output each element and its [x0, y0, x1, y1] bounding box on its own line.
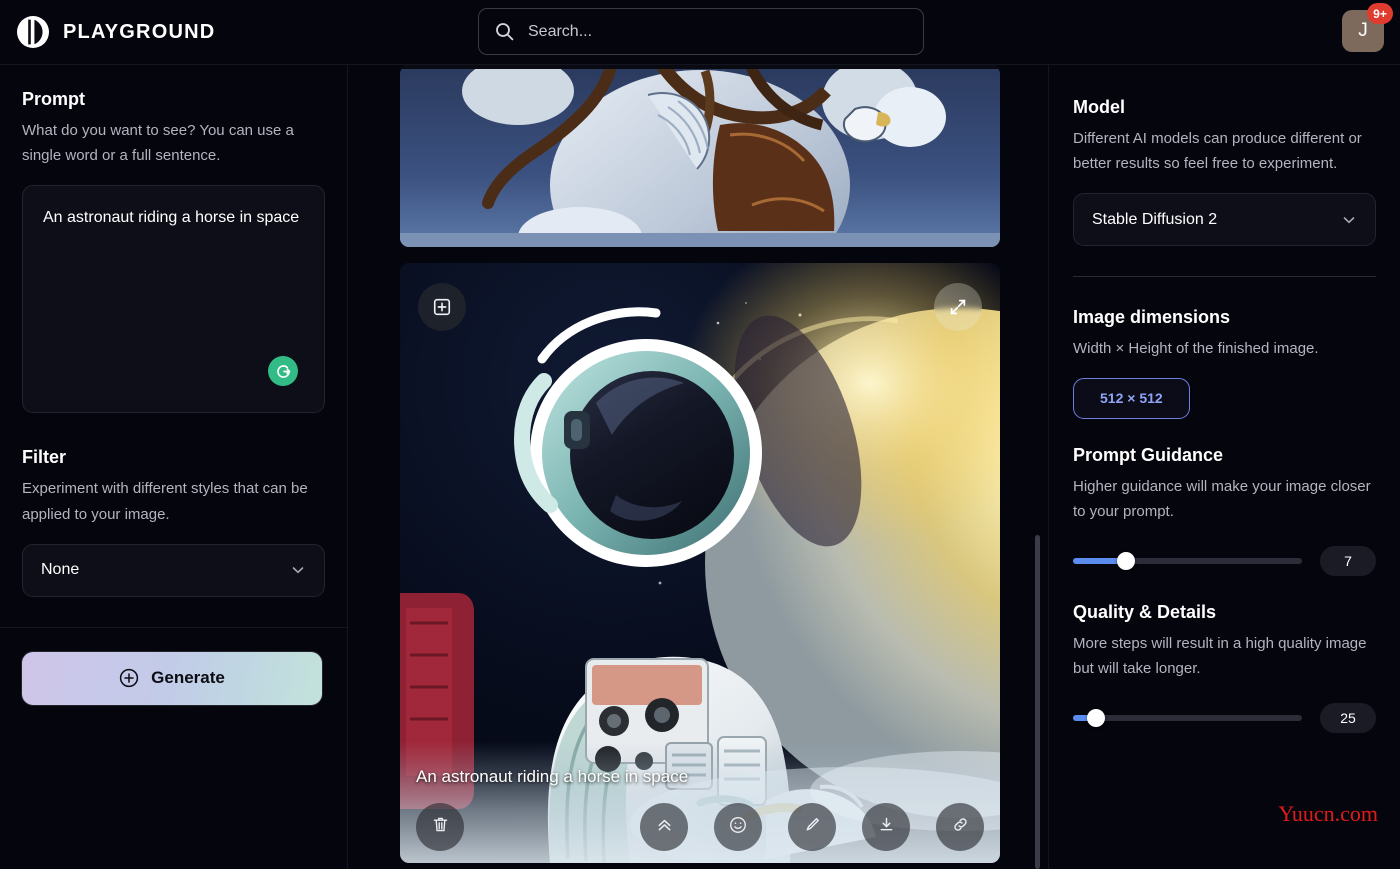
- quality-description: More steps will result in a high quality…: [1073, 631, 1376, 681]
- filter-selected-value: None: [41, 561, 79, 579]
- add-to-collection-icon[interactable]: [418, 283, 466, 331]
- quality-slider-row: 25: [1073, 703, 1376, 733]
- expand-icon[interactable]: [934, 283, 982, 331]
- search-input[interactable]: [528, 23, 907, 41]
- top-bar: PLAYGROUND J 9+: [0, 0, 1400, 65]
- guidance-section: Prompt Guidance Higher guidance will mak…: [1073, 445, 1376, 576]
- filter-description: Experiment with different styles that ca…: [22, 476, 314, 526]
- quality-title: Quality & Details: [1073, 602, 1376, 623]
- quality-slider-knob[interactable]: [1087, 709, 1105, 727]
- app-body: Prompt What do you want to see? You can …: [0, 65, 1400, 869]
- prompt-section: Prompt What do you want to see? You can …: [0, 65, 347, 413]
- image-feed: An astronaut riding a horse in space: [348, 65, 1048, 869]
- quality-slider-track: [1073, 715, 1302, 721]
- partial-image: [400, 65, 1000, 247]
- upscale-button[interactable]: [640, 803, 688, 851]
- trash-icon: [431, 815, 450, 839]
- prompt-description: What do you want to see? You can use a s…: [22, 118, 314, 168]
- download-button[interactable]: [862, 803, 910, 851]
- guidance-value[interactable]: 7: [1320, 546, 1376, 576]
- notification-badge[interactable]: 9+: [1367, 3, 1393, 24]
- delete-button[interactable]: [416, 803, 464, 851]
- scrollbar-thumb[interactable]: [1035, 535, 1040, 869]
- left-sidebar: Prompt What do you want to see? You can …: [0, 65, 348, 869]
- double-chevron-up-icon: [655, 815, 674, 839]
- link-icon: [951, 815, 970, 839]
- dimension-option-512[interactable]: 512 × 512: [1073, 378, 1190, 419]
- react-button[interactable]: [714, 803, 762, 851]
- pencil-icon: [803, 815, 822, 839]
- settings-panel: Model Different AI models can produce di…: [1048, 65, 1400, 869]
- guidance-slider[interactable]: [1073, 551, 1302, 571]
- prompt-input[interactable]: An astronaut riding a horse in space: [22, 185, 325, 413]
- prompt-value[interactable]: An astronaut riding a horse in space: [43, 206, 304, 229]
- settings-divider: [1073, 276, 1376, 277]
- image-card-partial[interactable]: [400, 65, 1000, 247]
- avatar-wrap[interactable]: J 9+: [1342, 10, 1386, 54]
- grammarly-refresh-icon[interactable]: [268, 356, 298, 386]
- prompt-title: Prompt: [22, 89, 325, 110]
- brand[interactable]: PLAYGROUND: [0, 15, 215, 49]
- quality-value[interactable]: 25: [1320, 703, 1376, 733]
- filter-title: Filter: [22, 447, 325, 468]
- dimensions-description: Width × Height of the finished image.: [1073, 336, 1376, 361]
- generate-button[interactable]: Generate: [22, 652, 322, 705]
- guidance-slider-row: 7: [1073, 546, 1376, 576]
- search-icon: [495, 22, 514, 41]
- copy-link-button[interactable]: [936, 803, 984, 851]
- generate-section: Generate: [0, 628, 347, 705]
- search-wrap: [478, 8, 924, 55]
- image-caption: An astronaut riding a horse in space: [416, 767, 688, 787]
- download-icon: [877, 815, 896, 839]
- guidance-title: Prompt Guidance: [1073, 445, 1376, 466]
- quality-section: Quality & Details More steps will result…: [1073, 602, 1376, 733]
- chevron-down-icon: [290, 562, 306, 578]
- playground-app: PLAYGROUND J 9+ Prompt What do: [0, 0, 1400, 869]
- filter-section: Filter Experiment with different styles …: [0, 447, 347, 596]
- edit-button[interactable]: [788, 803, 836, 851]
- playground-logo-icon: [16, 15, 50, 49]
- guidance-slider-knob[interactable]: [1117, 552, 1135, 570]
- plus-circle-icon: [119, 668, 139, 688]
- image-toolbar: [400, 803, 1000, 851]
- model-section: Model Different AI models can produce di…: [1073, 97, 1376, 246]
- model-description: Different AI models can produce differen…: [1073, 126, 1376, 176]
- image-card-astronaut[interactable]: An astronaut riding a horse in space: [400, 263, 1000, 863]
- smiley-icon: [728, 815, 748, 840]
- guidance-description: Higher guidance will make your image clo…: [1073, 474, 1376, 524]
- feed-list: An astronaut riding a horse in space: [348, 65, 1030, 869]
- dimensions-section: Image dimensions Width × Height of the f…: [1073, 307, 1376, 418]
- search-box[interactable]: [478, 8, 924, 55]
- model-title: Model: [1073, 97, 1376, 118]
- quality-slider[interactable]: [1073, 708, 1302, 728]
- generate-button-label: Generate: [151, 668, 225, 688]
- dimensions-title: Image dimensions: [1073, 307, 1376, 328]
- vertical-scrollbar[interactable]: [1026, 65, 1048, 869]
- filter-select[interactable]: None: [22, 544, 325, 597]
- model-selected-value: Stable Diffusion 2: [1092, 211, 1217, 229]
- brand-name: PLAYGROUND: [63, 21, 215, 44]
- chevron-down-icon: [1341, 212, 1357, 228]
- watermark: Yuucn.com: [1278, 801, 1378, 827]
- model-select[interactable]: Stable Diffusion 2: [1073, 193, 1376, 246]
